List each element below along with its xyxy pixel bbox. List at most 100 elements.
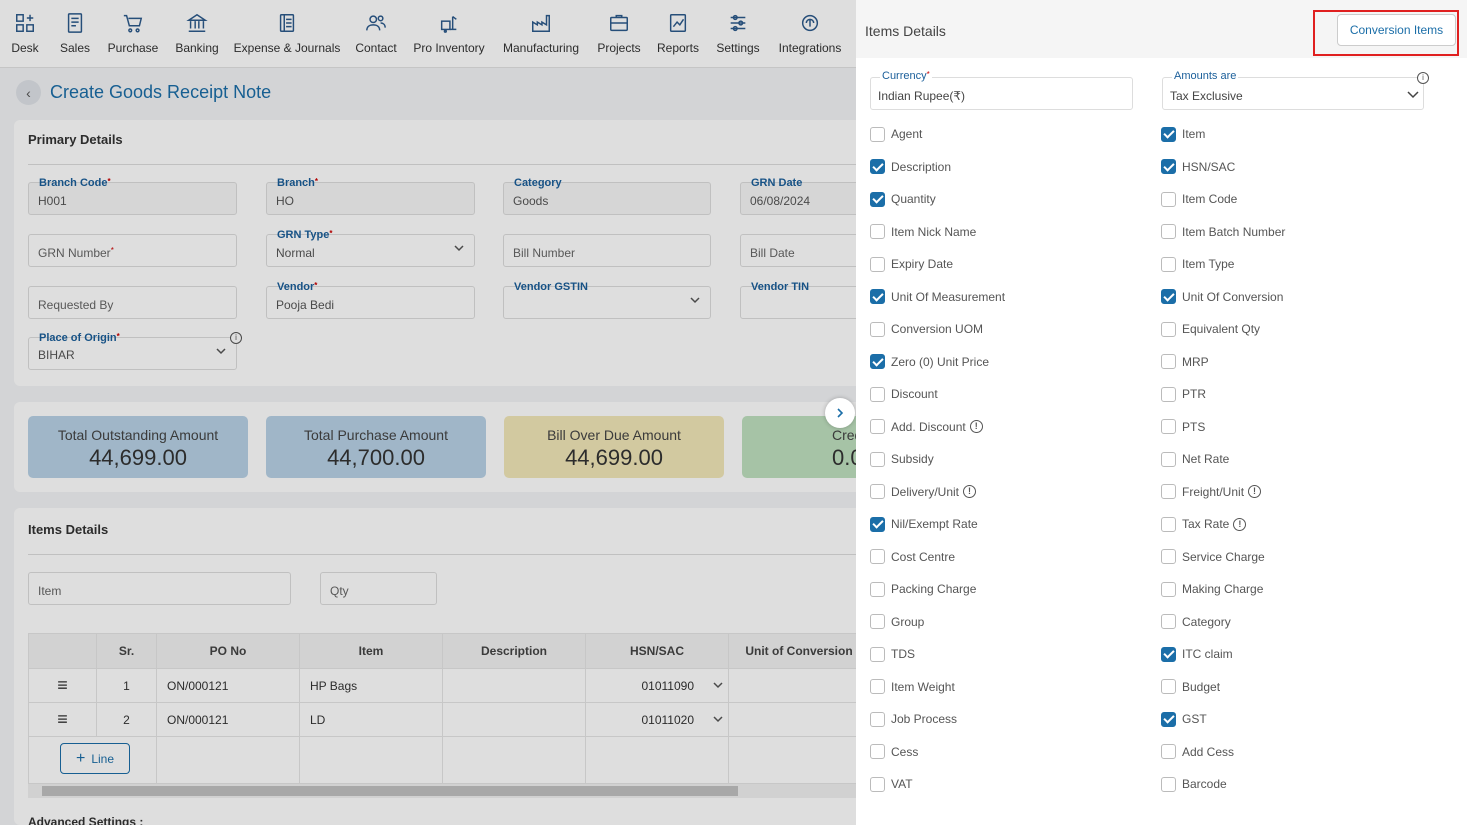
checkbox-checked[interactable] (1161, 126, 1176, 142)
checkbox-unit-of-measurement[interactable]: Unit Of Measurement (870, 289, 1005, 305)
checkbox-unit-of-conversion[interactable]: Unit Of Conversion (1161, 289, 1283, 305)
checkbox-unchecked[interactable] (1161, 191, 1176, 207)
checkbox-unchecked[interactable] (870, 581, 885, 597)
checkbox-budget[interactable]: Budget (1161, 679, 1220, 695)
checkbox-nil-exempt-rate[interactable]: Nil/Exempt Rate (870, 516, 978, 532)
checkbox-unchecked[interactable] (1161, 549, 1176, 564)
modal-backdrop[interactable] (0, 0, 856, 825)
checkbox-add-cess[interactable]: Add Cess (1161, 744, 1234, 760)
conversion-items-button[interactable]: Conversion Items (1337, 14, 1456, 46)
checkbox-checked[interactable] (870, 516, 885, 532)
checkbox-job-process[interactable]: Job Process (870, 711, 957, 727)
checkbox-category[interactable]: Category (1161, 614, 1231, 630)
chevron-right-icon (837, 408, 844, 418)
checkbox-cost-centre[interactable]: Cost Centre (870, 549, 955, 565)
checkbox-label: Tax Rate (1182, 517, 1230, 531)
checkbox-unchecked[interactable] (870, 256, 885, 272)
checkbox-hsn-sac[interactable]: HSN/SAC (1161, 159, 1235, 175)
checkbox-unchecked[interactable] (1161, 354, 1176, 369)
checkbox-checked[interactable] (870, 289, 885, 304)
info-icon[interactable]: ! (1233, 517, 1247, 531)
checkbox-unchecked[interactable] (1161, 744, 1176, 759)
panel-title: Items Details (865, 23, 946, 39)
checkbox-unchecked[interactable] (870, 386, 885, 402)
checkbox-unchecked[interactable] (1161, 516, 1176, 532)
info-icon[interactable]: ! (963, 485, 977, 498)
checkbox-unchecked[interactable] (870, 451, 885, 467)
checkbox-label: GST (1182, 712, 1207, 726)
checkbox-unchecked[interactable] (1161, 614, 1176, 629)
checkbox-cess[interactable]: Cess (870, 744, 918, 760)
checkbox-zero-0-unit-price[interactable]: Zero (0) Unit Price (870, 354, 989, 370)
checkbox-unchecked[interactable] (1161, 581, 1176, 597)
checkbox-barcode[interactable]: Barcode (1161, 776, 1227, 792)
amounts-are-select[interactable]: Amounts are Tax Exclusive (1162, 70, 1424, 110)
checkbox-agent[interactable]: Agent (870, 126, 922, 142)
checkbox-vat[interactable]: VAT (870, 776, 913, 792)
checkbox-unchecked[interactable] (870, 484, 885, 499)
checkbox-item-type[interactable]: Item Type (1161, 256, 1234, 272)
checkbox-checked[interactable] (1161, 711, 1176, 727)
checkbox-unchecked[interactable] (870, 224, 885, 239)
checkbox-tax-rate[interactable]: Tax Rate! (1161, 516, 1247, 532)
checkbox-unchecked[interactable] (1161, 419, 1176, 434)
checkbox-checked[interactable] (870, 191, 885, 207)
checkbox-unchecked[interactable] (870, 614, 885, 629)
currency-field[interactable]: Currency* Indian Rupee(₹) (870, 70, 1133, 110)
checkbox-subsidy[interactable]: Subsidy (870, 451, 934, 467)
checkbox-checked[interactable] (870, 159, 885, 174)
checkbox-unchecked[interactable] (870, 679, 885, 694)
checkbox-unchecked[interactable] (870, 419, 885, 434)
checkbox-tds[interactable]: TDS (870, 646, 915, 662)
checkbox-unchecked[interactable] (1161, 256, 1176, 272)
checkbox-unchecked[interactable] (1161, 321, 1176, 337)
checkbox-item-code[interactable]: Item Code (1161, 191, 1237, 207)
checkbox-service-charge[interactable]: Service Charge (1161, 549, 1265, 565)
checkbox-unchecked[interactable] (870, 126, 885, 142)
checkbox-pts[interactable]: PTS (1161, 419, 1205, 435)
checkbox-unchecked[interactable] (1161, 484, 1176, 499)
checkbox-gst[interactable]: GST (1161, 711, 1207, 727)
checkbox-add-discount[interactable]: Add. Discount! (870, 419, 983, 435)
checkbox-unchecked[interactable] (1161, 386, 1176, 402)
checkbox-item-batch-number[interactable]: Item Batch Number (1161, 224, 1285, 240)
checkbox-unchecked[interactable] (870, 549, 885, 564)
checkbox-unchecked[interactable] (1161, 224, 1176, 239)
checkbox-freight-unit[interactable]: Freight/Unit! (1161, 484, 1262, 500)
items-details-panel: Items Details Conversion Items Currency*… (856, 0, 1467, 825)
checkbox-item-nick-name[interactable]: Item Nick Name (870, 224, 976, 240)
checkbox-unchecked[interactable] (870, 744, 885, 759)
checkbox-unchecked[interactable] (870, 321, 885, 337)
checkbox-label: Zero (0) Unit Price (891, 354, 990, 369)
checkbox-unchecked[interactable] (1161, 776, 1176, 792)
checkbox-item-weight[interactable]: Item Weight (870, 679, 955, 695)
checkbox-unchecked[interactable] (1161, 679, 1176, 694)
checkbox-expiry-date[interactable]: Expiry Date (870, 256, 953, 272)
checkbox-quantity[interactable]: Quantity (870, 191, 936, 207)
checkbox-description[interactable]: Description (870, 159, 951, 175)
checkbox-discount[interactable]: Discount (870, 386, 938, 402)
checkbox-conversion-uom[interactable]: Conversion UOM (870, 321, 983, 337)
checkbox-itc-claim[interactable]: ITC claim (1161, 646, 1233, 662)
checkbox-packing-charge[interactable]: Packing Charge (870, 581, 976, 597)
checkbox-checked[interactable] (1161, 646, 1176, 662)
info-icon[interactable]: ! (1248, 485, 1262, 498)
checkbox-unchecked[interactable] (870, 776, 885, 792)
checkbox-ptr[interactable]: PTR (1161, 386, 1206, 402)
checkbox-unchecked[interactable] (870, 646, 885, 662)
checkbox-checked[interactable] (870, 354, 885, 369)
checkbox-group[interactable]: Group (870, 614, 924, 630)
checkbox-item[interactable]: Item (1161, 126, 1205, 142)
info-icon[interactable]: i (1417, 72, 1429, 84)
checkbox-checked[interactable] (1161, 289, 1176, 304)
checkbox-net-rate[interactable]: Net Rate (1161, 451, 1229, 467)
checkbox-equivalent-qty[interactable]: Equivalent Qty (1161, 321, 1260, 337)
checkbox-making-charge[interactable]: Making Charge (1161, 581, 1263, 597)
checkbox-checked[interactable] (1161, 159, 1176, 174)
checkbox-mrp[interactable]: MRP (1161, 354, 1209, 370)
checkbox-unchecked[interactable] (1161, 451, 1176, 467)
collapse-panel-button[interactable] (825, 398, 855, 428)
info-icon[interactable]: ! (969, 420, 983, 433)
checkbox-unchecked[interactable] (870, 711, 885, 727)
checkbox-delivery-unit[interactable]: Delivery/Unit! (870, 484, 977, 500)
